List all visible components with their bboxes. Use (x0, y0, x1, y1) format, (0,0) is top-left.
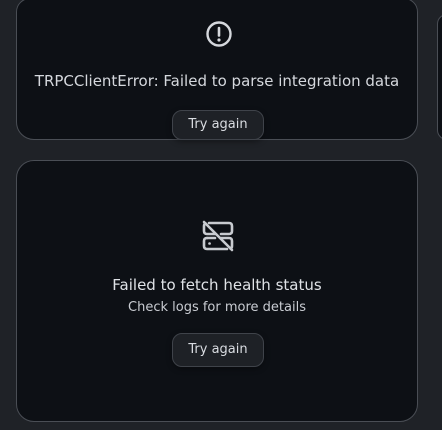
health-error-subtitle: Check logs for more details (128, 300, 306, 315)
health-status-error-card: Failed to fetch health status Check logs… (16, 160, 418, 422)
integration-error-card: TRPCClientError: Failed to parse integra… (16, 0, 418, 140)
health-error-title: Failed to fetch health status (112, 276, 322, 294)
integration-try-again-button[interactable]: Try again (172, 110, 264, 140)
dashboard-widget-area: TRPCClientError: Failed to parse integra… (0, 0, 442, 430)
adjacent-widget-card-edge (437, 14, 442, 140)
server-off-icon (202, 220, 234, 252)
integration-error-message: TRPCClientError: Failed to parse integra… (34, 72, 400, 90)
health-try-again-button[interactable]: Try again (172, 333, 264, 367)
alert-circle-icon (206, 21, 232, 47)
